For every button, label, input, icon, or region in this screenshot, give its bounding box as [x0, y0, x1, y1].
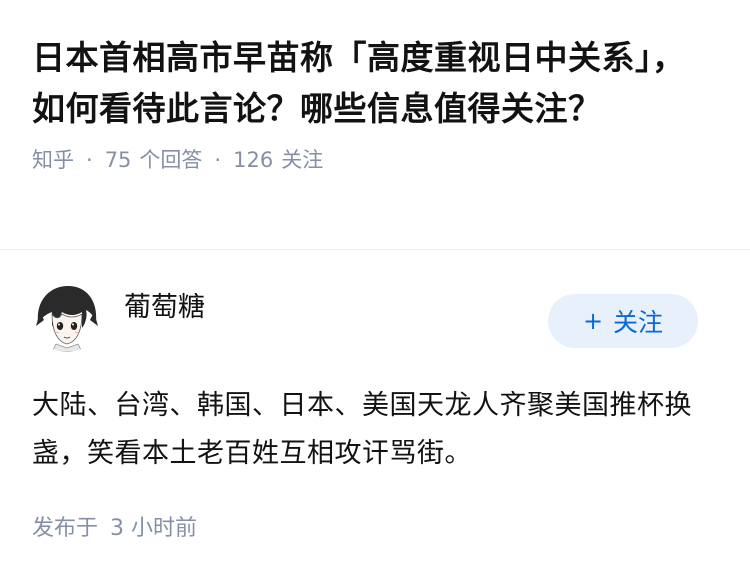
follow-button-label: 关注 — [613, 308, 664, 337]
author-name[interactable]: 葡萄糖 — [124, 290, 205, 326]
answer-count: 75 — [104, 148, 132, 172]
answer-content[interactable]: 大陆、台湾、韩国、日本、美国天龙人齐聚美国推杯换盏，笑看本土老百姓互相攻讦骂街。 — [32, 382, 712, 478]
question-meta: 知乎 · 75 个回答 · 126 关注 — [32, 146, 718, 174]
follow-count-label: 关注 — [281, 148, 324, 172]
avatar[interactable] — [32, 282, 102, 352]
follow-button[interactable]: + 关注 — [548, 294, 698, 348]
source-label[interactable]: 知乎 — [32, 146, 74, 174]
published-label: 发布于 — [32, 516, 99, 541]
meta-separator: · — [86, 148, 93, 172]
answer-count-label: 个回答 — [139, 148, 203, 172]
answer-timestamp: 发布于 3 小时前 — [32, 514, 197, 544]
meta-separator: · — [214, 148, 222, 172]
follow-count: 126 — [233, 148, 274, 172]
avatar-illustration-icon — [32, 282, 102, 352]
plus-icon: + — [582, 307, 604, 335]
answer-card: 葡萄糖 + 关注 大陆、台湾、韩国、日本、美国天龙人齐聚美国推杯换盏，笑看本土老… — [0, 252, 750, 582]
question-header: 日本首相高市早苗称「高度重视日中关系」，如何看待此言论？哪些信息值得关注？ 知乎… — [0, 0, 750, 250]
published-time: 3 小时前 — [110, 516, 198, 541]
question-title[interactable]: 日本首相高市早苗称「高度重视日中关系」，如何看待此言论？哪些信息值得关注？ — [32, 32, 712, 134]
author-row: 葡萄糖 + 关注 — [32, 282, 698, 356]
